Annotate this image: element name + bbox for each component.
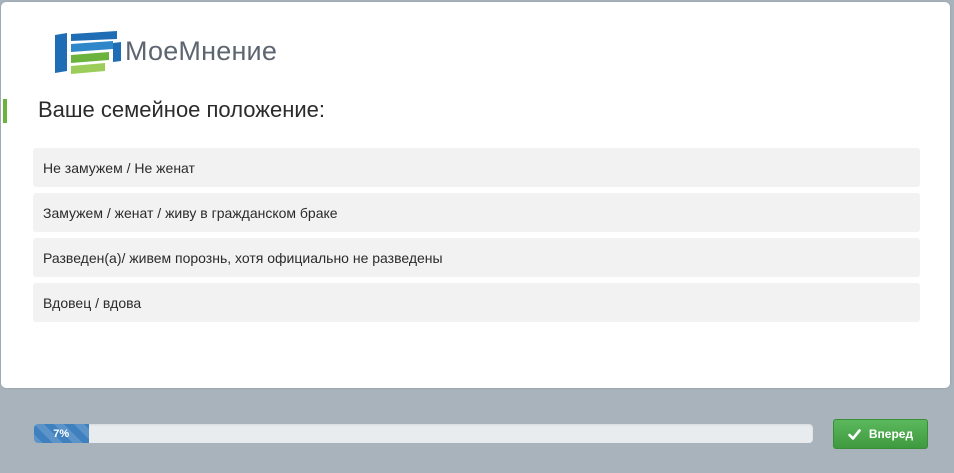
progress-fill: 7% [34,424,89,443]
survey-card: МоеМнение Ваше семейное положение: Не за… [1,2,950,388]
logo-mark-icon [53,31,121,75]
logo-text: МоеМнение [125,35,278,66]
question-title: Ваше семейное положение: [38,97,325,122]
next-button-label: Вперед [868,427,914,441]
answer-option-label: Замужем / женат / живу в гражданском бра… [43,204,338,221]
logo: МоеМнение [53,31,277,75]
answer-option-divorced[interactable]: Разведен(а)/ живем порознь, хотя официал… [33,238,920,277]
next-button[interactable]: Вперед [833,419,928,449]
answer-options: Не замужем / Не женат Замужем / женат / … [33,148,920,328]
question-accent-bar [3,99,7,123]
answer-option-married[interactable]: Замужем / женат / живу в гражданском бра… [33,193,920,232]
progress-label: 7% [53,427,70,440]
answer-option-label: Разведен(а)/ живем порознь, хотя официал… [43,249,443,266]
progress-bar: 7% [34,424,813,443]
answer-option-label: Не замужем / Не женат [43,159,195,176]
answer-option-widowed[interactable]: Вдовец / вдова [33,283,920,322]
check-icon [848,428,861,440]
answer-option-single[interactable]: Не замужем / Не женат [33,148,920,187]
answer-option-label: Вдовец / вдова [43,294,142,311]
